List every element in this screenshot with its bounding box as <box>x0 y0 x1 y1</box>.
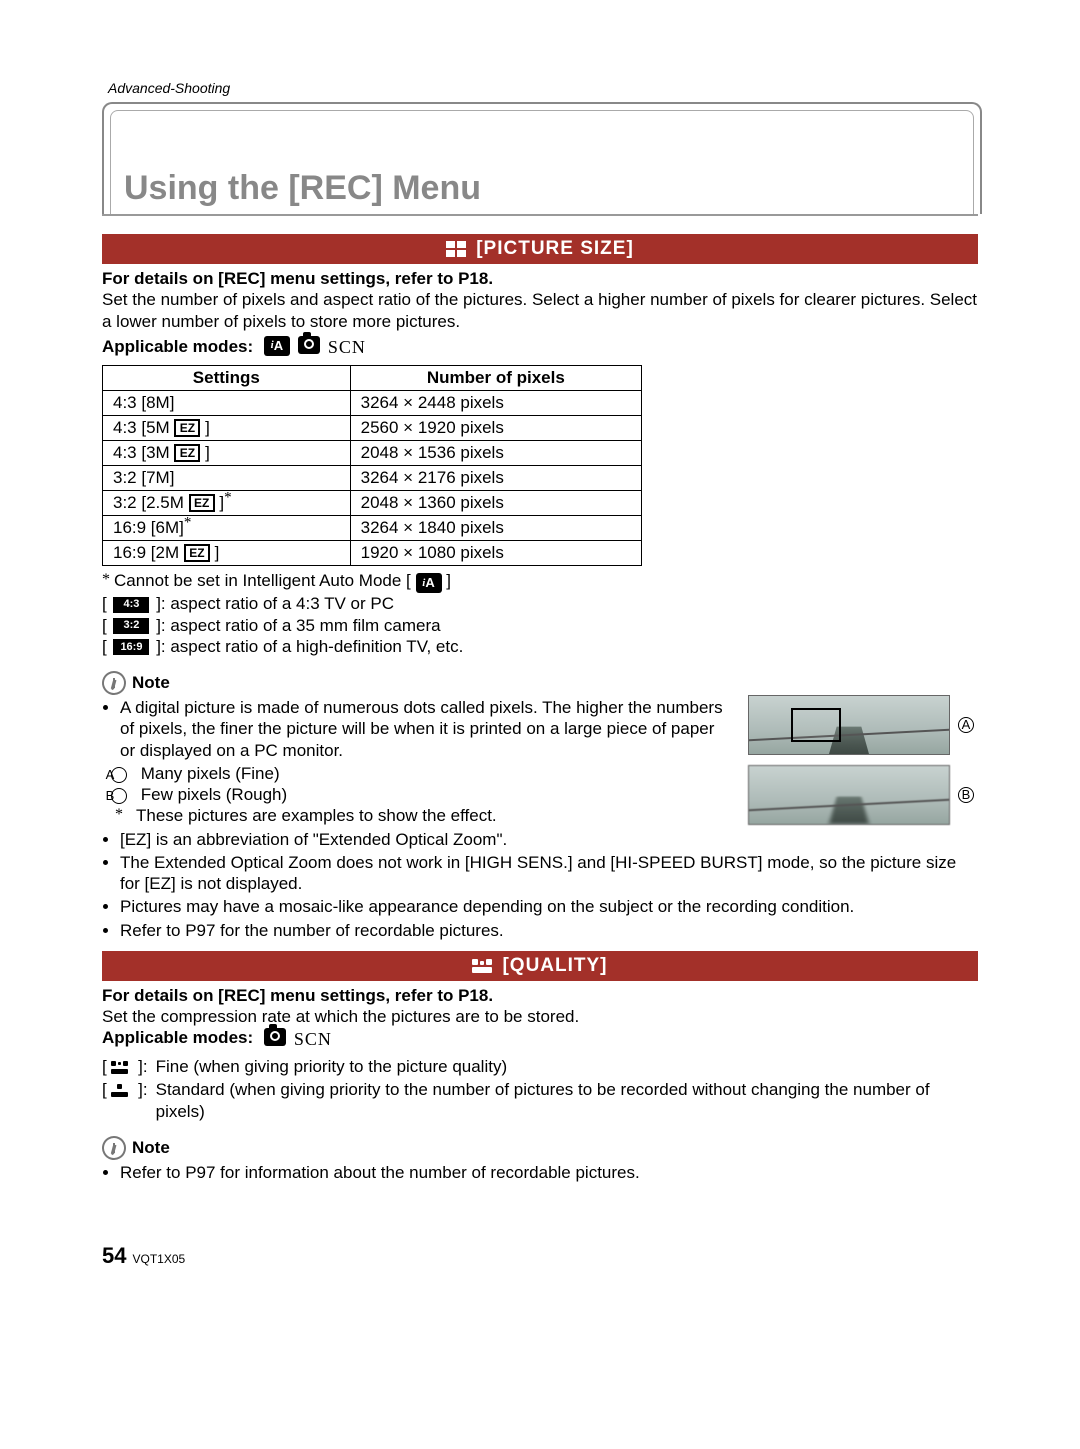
camera-mode-icon <box>298 336 320 354</box>
quality-heading-label: [QUALITY] <box>502 955 607 977</box>
quality-applicable-modes: Applicable modes: SCN <box>102 1027 978 1050</box>
ratio-3-2-badge: 3:2 <box>113 618 149 634</box>
pencil-icon <box>104 674 123 693</box>
picsize-ref-line: For details on [REC] menu settings, refe… <box>102 268 978 289</box>
note-bullet: Refer to P97 for information about the n… <box>120 1162 978 1183</box>
picture-size-icon <box>446 241 466 257</box>
table-row: 3:2 [7M] 3264 × 2176 pixels <box>103 465 642 490</box>
footnote-asterisk: *Cannot be set in Intelligent Auto Mode … <box>102 570 978 594</box>
picture-size-heading: [PICTURE SIZE] <box>102 234 978 264</box>
pencil-icon <box>104 1138 123 1157</box>
fine-quality-icon <box>111 1061 133 1075</box>
picture-size-heading-label: [PICTURE SIZE] <box>476 238 634 260</box>
note-heading: Note <box>102 671 978 695</box>
quality-description: Set the compression rate at which the pi… <box>102 1006 978 1027</box>
circled-a-icon: A <box>111 767 127 783</box>
page-footer: 54 VQT1X05 <box>102 1243 978 1269</box>
asterisk: * <box>184 514 192 530</box>
scn-mode-icon: SCN <box>294 1028 332 1051</box>
thumbnail-rough <box>748 765 950 825</box>
table-row: 4:3 [5M EZ ] 2560 × 1920 pixels <box>103 415 642 440</box>
scn-mode-icon: SCN <box>328 336 366 359</box>
note-label: Note <box>132 673 170 693</box>
table-row: 3:2 [2.5M EZ ]* 2048 × 1360 pixels <box>103 490 642 515</box>
table-row: 4:3 [8M] 3264 × 2448 pixels <box>103 390 642 415</box>
note-sub-ast: *These pictures are examples to show the… <box>120 805 734 826</box>
footnote-4-3: [ 4:3 ]: aspect ratio of a 4:3 TV or PC <box>102 593 978 614</box>
quality-heading: [QUALITY] <box>102 951 978 981</box>
page-title: Using the [REC] Menu <box>124 169 481 208</box>
note-bullet: Refer to P97 for the number of recordabl… <box>120 920 978 941</box>
title-frame: Using the [REC] Menu <box>102 102 982 214</box>
th-settings: Settings <box>103 365 351 390</box>
picsize-description: Set the number of pixels and aspect rati… <box>102 289 978 332</box>
section-path: Advanced-Shooting <box>108 80 978 96</box>
th-pixels: Number of pixels <box>350 365 641 390</box>
thumbnail-fine <box>748 695 950 755</box>
table-row: 16:9 [6M]* 3264 × 1840 pixels <box>103 515 642 540</box>
note-label: Note <box>132 1138 170 1158</box>
page-number: 54 <box>102 1243 126 1269</box>
table-row: 16:9 [2M EZ ] 1920 × 1080 pixels <box>103 540 642 565</box>
ez-icon: EZ <box>174 419 200 437</box>
standard-quality-icon <box>111 1084 133 1098</box>
applicable-modes-label: Applicable modes: <box>102 337 253 356</box>
quality-standard-item: [ ]: Standard (when giving priority to t… <box>102 1079 978 1122</box>
quality-ref-line: For details on [REC] menu settings, refe… <box>102 985 978 1006</box>
doc-code: VQT1X05 <box>132 1252 185 1266</box>
picsize-applicable-modes: Applicable modes: iA SCN <box>102 336 978 359</box>
note-bullet: A digital picture is made of numerous do… <box>120 697 734 761</box>
footnote-16-9: [ 16:9 ]: aspect ratio of a high-definit… <box>102 636 978 657</box>
note-sub-a: A Many pixels (Fine) <box>120 763 734 784</box>
note-sub-b: B Few pixels (Rough) <box>120 784 734 805</box>
ez-icon: EZ <box>174 444 200 462</box>
note-heading: Note <box>102 1136 978 1160</box>
thumbnail-label-a: A <box>958 717 974 733</box>
thumbnail-label-b: B <box>958 787 974 803</box>
quality-icon <box>472 959 492 973</box>
quality-fine-item: [ ]: Fine (when giving priority to the p… <box>102 1056 978 1077</box>
camera-mode-icon <box>264 1028 286 1046</box>
table-row: 4:3 [3M EZ ] 2048 × 1536 pixels <box>103 440 642 465</box>
applicable-modes-label: Applicable modes: <box>102 1028 253 1047</box>
ez-icon: EZ <box>189 494 215 512</box>
ez-icon: EZ <box>184 544 210 562</box>
asterisk: * <box>224 489 232 505</box>
footnote-3-2: [ 3:2 ]: aspect ratio of a 35 mm film ca… <box>102 615 978 636</box>
picture-size-table: Settings Number of pixels 4:3 [8M] 3264 … <box>102 365 642 566</box>
note-icon <box>98 1132 131 1165</box>
note-bullet: Pictures may have a mosaic-like appearan… <box>120 896 978 917</box>
title-rule <box>102 214 978 216</box>
circled-b-icon: B <box>111 788 127 804</box>
intelligent-auto-icon: iA <box>416 573 442 593</box>
note-bullet: [EZ] is an abbreviation of "Extended Opt… <box>120 829 978 850</box>
ratio-4-3-badge: 4:3 <box>113 597 149 613</box>
example-thumbnails: A B <box>748 695 978 825</box>
note-bullet: The Extended Optical Zoom does not work … <box>120 852 978 895</box>
intelligent-auto-icon: iA <box>264 336 290 356</box>
ratio-16-9-badge: 16:9 <box>113 639 149 655</box>
